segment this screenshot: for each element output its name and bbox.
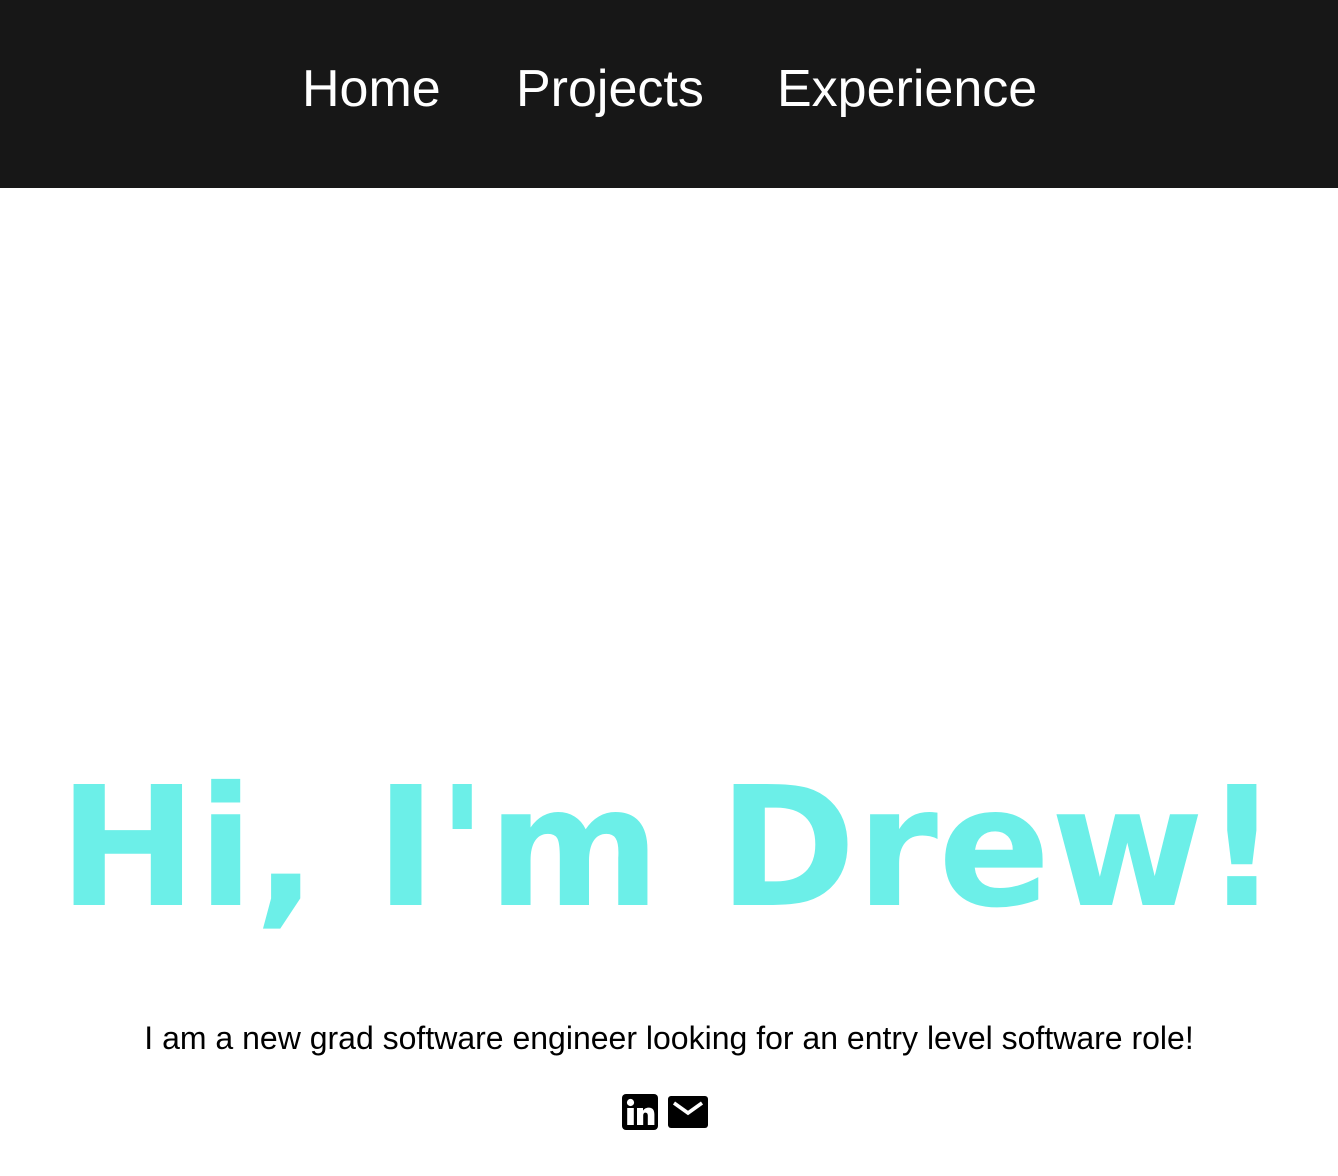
nav-experience-link[interactable]: Experience bbox=[777, 58, 1037, 120]
hero-section: Hi, I'm Drew! I am a new grad software e… bbox=[0, 188, 1338, 1176]
linkedin-link[interactable] bbox=[622, 1094, 658, 1130]
top-navigation: Home Projects Experience bbox=[0, 0, 1338, 188]
hero-title: Hi, I'm Drew! bbox=[58, 752, 1280, 945]
email-icon bbox=[668, 1096, 708, 1128]
nav-home-link[interactable]: Home bbox=[302, 58, 441, 120]
hero-subtitle: I am a new grad software engineer lookin… bbox=[144, 1020, 1194, 1056]
email-link[interactable] bbox=[668, 1094, 708, 1130]
nav-projects-link[interactable]: Projects bbox=[516, 58, 704, 120]
linkedin-icon bbox=[622, 1094, 658, 1130]
